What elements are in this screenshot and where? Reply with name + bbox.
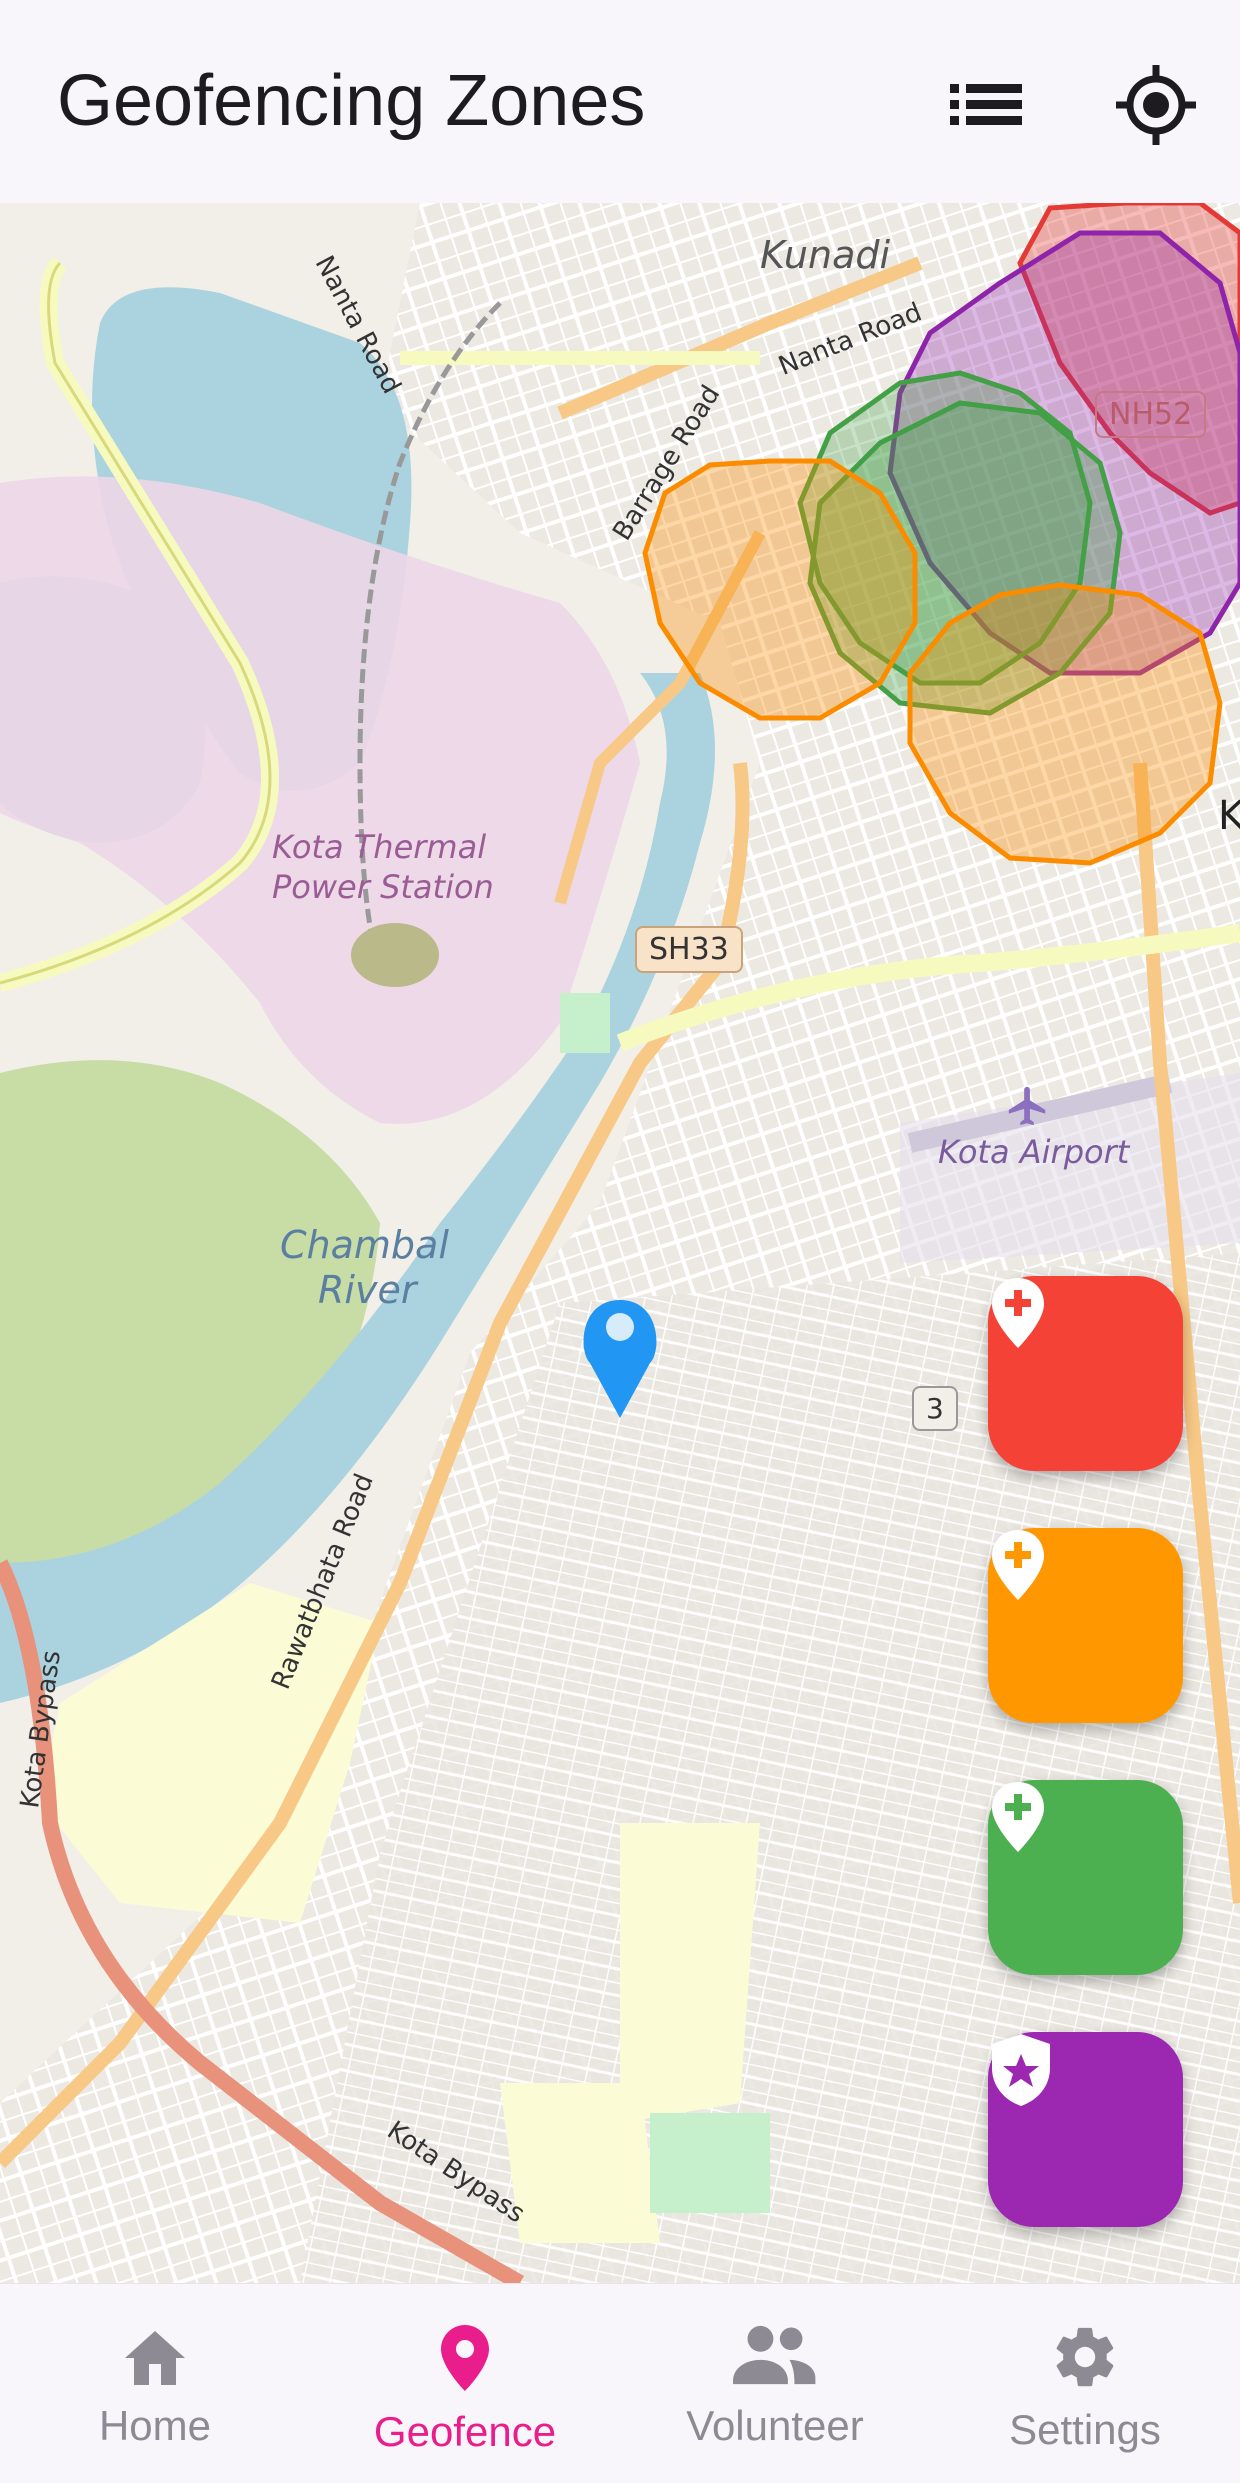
place-label-power-station-2: Power Station	[272, 868, 494, 906]
add-location-icon	[992, 1278, 1044, 1348]
add-orange-zone-button[interactable]	[988, 1528, 1183, 1723]
page-title: Geofencing Zones	[57, 61, 646, 141]
map-view[interactable]: Kunadi Kota Thermal Power Station Chamba…	[0, 203, 1240, 2283]
road-shield-3: 3	[912, 1386, 958, 1431]
bottom-navigation: Home Geofence Volunteer Settings	[0, 2283, 1240, 2483]
nav-item-home[interactable]: Home	[0, 2284, 310, 2483]
volunteer-zone-button[interactable]	[988, 2032, 1183, 2227]
nav-label-geofence: Geofence	[373, 2408, 557, 2455]
add-location-icon	[992, 1530, 1044, 1600]
airport-icon	[1008, 1086, 1046, 1126]
nav-label-volunteer: Volunteer	[686, 2402, 864, 2449]
place-label-chambal-1: Chambal	[280, 1223, 449, 1267]
place-label-kunadi: Kunadi	[760, 233, 891, 277]
app-bar: Geofencing Zones	[0, 0, 1240, 203]
add-green-zone-button[interactable]	[988, 1780, 1183, 1975]
place-label-power-station-1: Kota Thermal	[272, 828, 487, 866]
road-shield-nh52: NH52	[1095, 391, 1207, 438]
people-icon	[733, 2325, 816, 2385]
list-view-button[interactable]	[936, 55, 1036, 155]
nav-item-settings[interactable]: Settings	[930, 2284, 1240, 2483]
nav-label-settings: Settings	[1009, 2406, 1161, 2453]
my-location-icon	[1116, 65, 1196, 145]
place-label-edge: K	[1218, 793, 1240, 839]
home-icon	[125, 2331, 185, 2385]
nav-item-geofence[interactable]: Geofence	[310, 2284, 620, 2483]
shield-star-icon	[992, 2034, 1050, 2106]
add-red-zone-button[interactable]	[988, 1276, 1183, 1471]
my-location-button[interactable]	[1106, 55, 1206, 155]
road-shield-sh33: SH33	[635, 926, 743, 973]
place-label-airport: Kota Airport	[938, 1133, 1130, 1171]
place-label-chambal-2: River	[318, 1268, 417, 1312]
add-location-icon	[992, 1782, 1044, 1852]
location-pin-icon	[441, 2325, 489, 2391]
nav-label-home: Home	[98, 2402, 212, 2449]
nav-item-volunteer[interactable]: Volunteer	[620, 2284, 930, 2483]
list-icon	[950, 84, 1022, 125]
gear-icon	[1056, 2327, 1114, 2387]
